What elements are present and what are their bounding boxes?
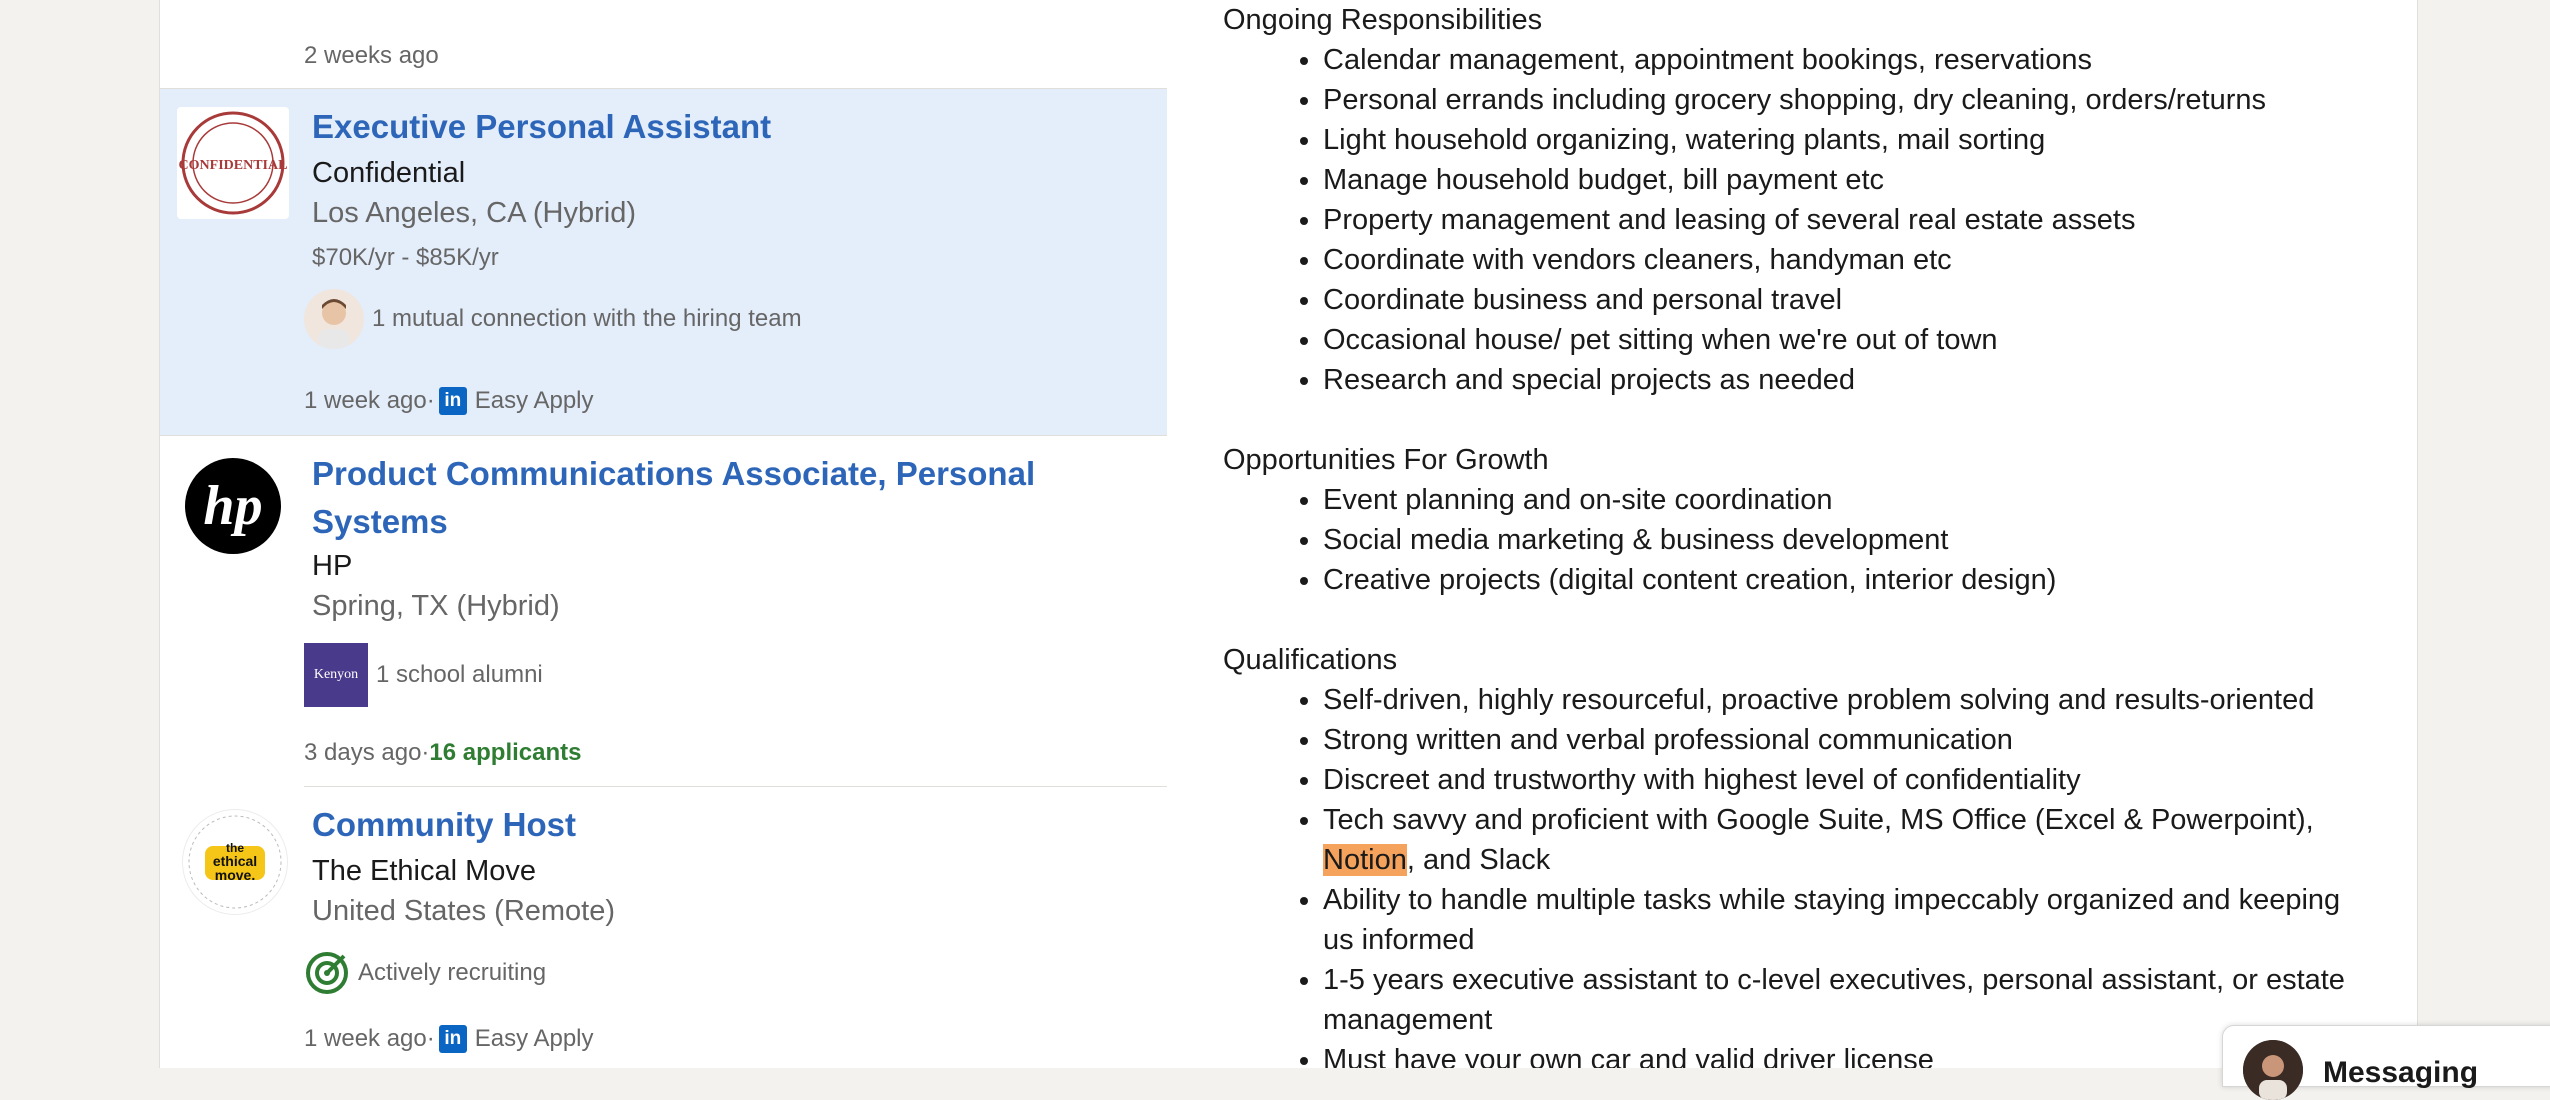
section-heading: Opportunities For Growth	[1223, 444, 1549, 476]
avatar	[2243, 1040, 2303, 1100]
company-logo-the-ethical-move: the ethical move.	[182, 809, 288, 915]
qualifications-list: Self-driven, highly resourceful, proacti…	[1223, 680, 2373, 1068]
job-posted-time: 1 week ago	[304, 1025, 427, 1052]
svg-text:CONFIDENTIAL: CONFIDENTIAL	[179, 158, 288, 173]
list-item: Coordinate business and personal travel	[1323, 280, 2373, 320]
separator: ·	[421, 739, 430, 766]
job-insight: Kenyon 1 school alumni	[304, 643, 543, 707]
list-item: Property management and leasing of sever…	[1323, 200, 2373, 240]
section-heading: Ongoing Responsibilities	[1223, 4, 1543, 36]
job-footer: 1 week ago · in Easy Apply	[304, 387, 594, 415]
list-item-text: , and Slack	[1406, 844, 1551, 876]
job-card-product-communications-associate[interactable]: hp Product Communications Associate, Per…	[160, 436, 1167, 786]
list-item: 1-5 years executive assistant to c-level…	[1323, 960, 2373, 1040]
responsibilities-list: Calendar management, appointment booking…	[1223, 40, 2373, 400]
job-list-panel[interactable]: 2 weeks ago CONFIDENTIAL Executive Perso…	[159, 0, 1168, 1068]
job-salary: $70K/yr - $85K/yr	[312, 244, 499, 271]
easy-apply-label: Easy Apply	[474, 387, 594, 414]
job-footer: 1 week ago · in Easy Apply	[304, 1025, 594, 1053]
company-name: HP	[312, 550, 353, 582]
job-card-executive-personal-assistant[interactable]: CONFIDENTIAL Executive Personal Assistan…	[160, 89, 1167, 435]
job-location: United States (Remote)	[312, 895, 616, 927]
search-highlight: Notion	[1323, 844, 1407, 876]
company-name: Confidential	[312, 157, 466, 189]
job-posted-time: 3 days ago	[304, 739, 422, 766]
linkedin-icon: in	[438, 1025, 467, 1053]
company-logo-confidential: CONFIDENTIAL	[177, 107, 289, 219]
list-item: Event planning and on-site coordination	[1323, 480, 2373, 520]
job-description: Ongoing Responsibilities Calendar manage…	[1223, 0, 2373, 1068]
job-posted-time: 1 week ago	[304, 387, 427, 414]
list-item: Self-driven, highly resourceful, proacti…	[1323, 680, 2373, 720]
job-location: Spring, TX (Hybrid)	[312, 590, 560, 622]
job-title-link[interactable]: Product Communications Associate, Person…	[312, 450, 1035, 546]
list-item: Strong written and verbal professional c…	[1323, 720, 2373, 760]
job-card-previous[interactable]: 2 weeks ago	[160, 0, 1167, 88]
list-item: Personal errands including grocery shopp…	[1323, 80, 2373, 120]
job-details-panel[interactable]: Ongoing Responsibilities Calendar manage…	[1167, 0, 2418, 1068]
reaction-faces-icon	[478, 0, 574, 8]
svg-text:hp: hp	[203, 475, 262, 537]
list-item: Research and special projects as needed	[1323, 360, 2373, 400]
separator: ·	[426, 1025, 435, 1052]
insight-text: Actively recruiting	[358, 959, 547, 986]
job-insight: Actively recruiting	[304, 950, 546, 996]
list-item: Creative projects (digital content creat…	[1323, 560, 2373, 600]
list-item: Coordinate with vendors cleaners, handym…	[1323, 240, 2373, 280]
insight-text: 1 mutual connection with the hiring team	[372, 305, 802, 332]
list-item: Social media marketing & business develo…	[1323, 520, 2373, 560]
job-insight: 1 mutual connection with the hiring team	[304, 289, 802, 349]
list-item: Tech savvy and proficient with Google Su…	[1323, 800, 2373, 880]
insight-text: 1 school alumni	[376, 661, 543, 688]
list-item: Light household organizing, watering pla…	[1323, 120, 2373, 160]
actively-recruiting-icon	[304, 950, 350, 996]
list-item: Discreet and trustworthy with highest le…	[1323, 760, 2373, 800]
job-card-community-host[interactable]: the ethical move. Community Host The Eth…	[160, 787, 1167, 1068]
job-title-link[interactable]: Community Host	[312, 801, 576, 849]
list-item: Manage household budget, bill payment et…	[1323, 160, 2373, 200]
separator: ·	[426, 387, 435, 414]
company-name: The Ethical Move	[312, 855, 537, 887]
school-logo-kenyon: Kenyon	[304, 643, 368, 707]
job-title-link[interactable]: Executive Personal Assistant	[312, 103, 771, 151]
company-logo-hp: hp	[185, 458, 281, 554]
messaging-bar[interactable]: Messaging	[2222, 1025, 2550, 1100]
section-heading: Qualifications	[1223, 644, 1398, 676]
job-title-line: Product Communications Associate, Person…	[312, 455, 1036, 492]
messaging-label: Messaging	[2323, 1056, 2479, 1089]
list-item: Must have your own car and valid driver …	[1323, 1040, 2373, 1068]
applicants-count: 16 applicants	[429, 739, 582, 766]
list-item: Occasional house/ pet sitting when we're…	[1323, 320, 2373, 360]
avatar	[304, 289, 364, 349]
job-footer: 3 days ago · 16 applicants	[304, 739, 581, 767]
list-item: Ability to handle multiple tasks while s…	[1323, 880, 2373, 960]
linkedin-icon: in	[438, 387, 467, 415]
job-location: Los Angeles, CA (Hybrid)	[312, 197, 636, 229]
growth-list: Event planning and on-site coordination …	[1223, 480, 2373, 600]
list-item-text: Tech savvy and proficient with Google Su…	[1323, 804, 2314, 836]
svg-text:move.: move.	[215, 867, 255, 883]
easy-apply-label: Easy Apply	[474, 1025, 594, 1052]
list-item: Calendar management, appointment booking…	[1323, 40, 2373, 80]
job-title-line: Systems	[312, 503, 448, 540]
job-posted-time: 2 weeks ago	[304, 42, 439, 69]
